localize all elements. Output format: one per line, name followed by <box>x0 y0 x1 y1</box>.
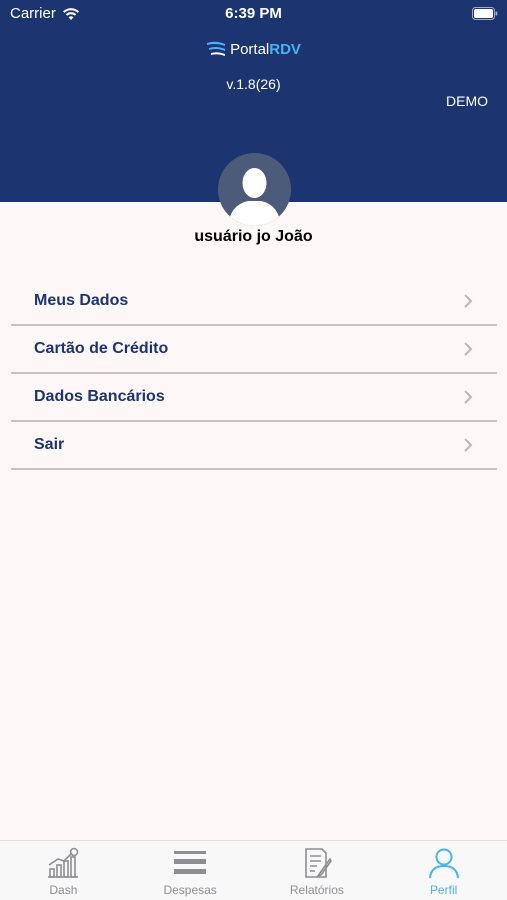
tab-relatorios[interactable]: Relatórios <box>254 841 381 900</box>
battery-icon <box>472 7 498 20</box>
chevron-right-icon <box>464 390 473 404</box>
tab-bar: Dash Despesas Relatórios Perfil <box>0 840 507 900</box>
tab-label: Dash <box>49 883 78 897</box>
menu-item-dados-bancarios[interactable]: Dados Bancários <box>11 374 497 422</box>
tab-perfil[interactable]: Perfil <box>380 841 507 900</box>
user-name: usuário jo João <box>194 228 313 245</box>
menu-item-label: Dados Bancários <box>34 388 165 405</box>
menu-item-label: Sair <box>34 436 65 453</box>
environment-label: DEMO <box>446 93 488 109</box>
menu-item-meus-dados[interactable]: Meus Dados <box>11 278 497 326</box>
logo-text-portal: Portal <box>230 40 270 58</box>
tab-despesas[interactable]: Despesas <box>127 841 254 900</box>
tab-label: Perfil <box>429 883 458 897</box>
user-silhouette-icon <box>228 168 281 226</box>
menu-item-label: Cartão de Crédito <box>34 340 169 357</box>
user-icon <box>428 848 459 879</box>
logo-text-rdv: RDV <box>269 40 301 58</box>
tab-label: Relatórios <box>289 883 344 897</box>
chevron-right-icon <box>464 438 473 452</box>
report-icon <box>305 848 332 878</box>
menu-item-sair[interactable]: Sair <box>11 422 497 470</box>
chevron-right-icon <box>464 342 473 356</box>
status-time: 6:39 PM <box>225 5 282 22</box>
app-logo: Portal RDV <box>0 40 507 58</box>
avatar[interactable] <box>218 153 291 226</box>
profile-menu: Meus Dados Cartão de Crédito Dados Bancá… <box>11 278 497 470</box>
app-version: v.1.8(26) <box>226 76 281 92</box>
status-bar: Carrier 6:39 PM <box>0 0 507 28</box>
menu-item-label: Meus Dados <box>34 292 129 309</box>
chart-growth-icon <box>48 847 79 878</box>
logo-mark-icon <box>207 41 226 56</box>
tab-dash[interactable]: Dash <box>0 841 127 900</box>
chevron-right-icon <box>464 294 473 308</box>
tab-label: Despesas <box>163 883 217 897</box>
list-icon <box>174 851 207 874</box>
menu-item-cartao-de-credito[interactable]: Cartão de Crédito <box>11 326 497 374</box>
